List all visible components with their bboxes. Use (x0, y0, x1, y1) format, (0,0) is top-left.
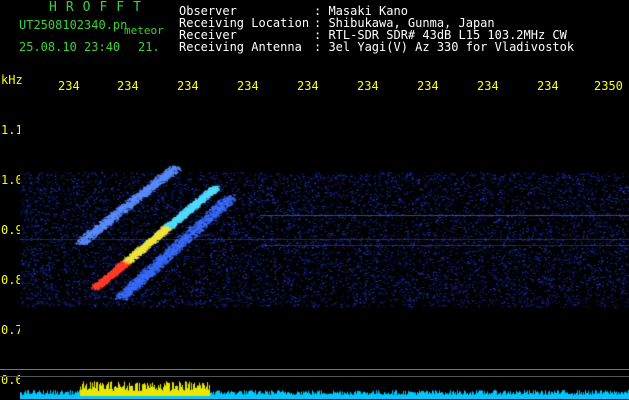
x-tick-6: 234 (417, 79, 439, 93)
baseline-divider-lower (0, 376, 629, 377)
count-value: 21. (138, 40, 160, 54)
app-title: HROFFT (49, 0, 150, 15)
meteor-label: meteor (124, 24, 164, 37)
x-tick-0: 234 (58, 79, 80, 93)
antenna-value: : 3el Yagi(V) Az 330 for Vladivostok (314, 40, 575, 54)
x-tick-9: 2350 (594, 79, 623, 93)
datetime: 25.08.10 23:40 (19, 40, 121, 54)
x-tick-1: 234 (117, 79, 139, 93)
x-tick-8: 234 (537, 79, 559, 93)
x-tick-2: 234 (177, 79, 199, 93)
x-tick-7: 234 (477, 79, 499, 93)
x-tick-4: 234 (297, 79, 319, 93)
unit-label: kHz (1, 73, 23, 87)
x-tick-5: 234 (357, 79, 379, 93)
spectrogram-canvas (20, 97, 629, 399)
antenna-label: Receiving Antenna (179, 40, 302, 54)
x-tick-3: 234 (237, 79, 259, 93)
baseline-divider (0, 369, 629, 370)
file-name: UT2508102340.pn (19, 18, 128, 32)
